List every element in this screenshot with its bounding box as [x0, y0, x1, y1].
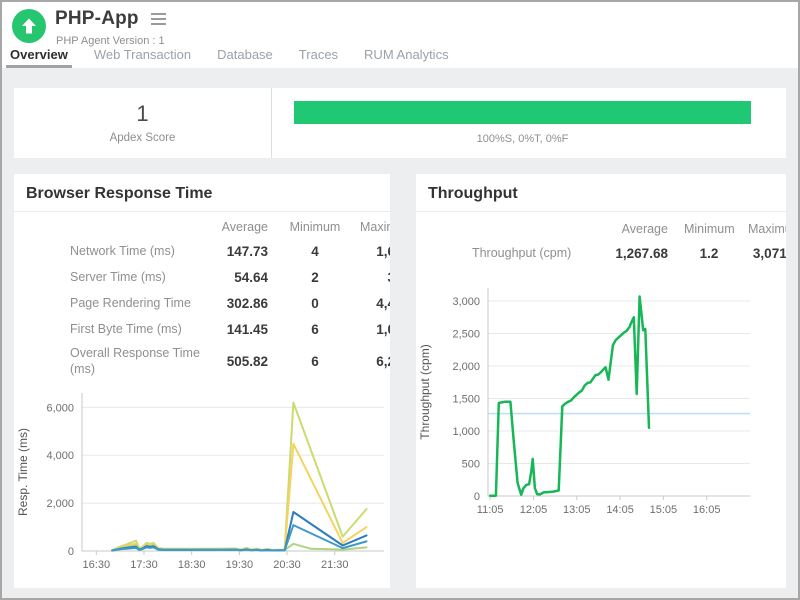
svg-text:17:30: 17:30: [130, 559, 158, 571]
tab-web-transaction[interactable]: Web Transaction: [92, 43, 193, 68]
svg-text:2,000: 2,000: [46, 498, 74, 510]
svg-text:4,000: 4,000: [46, 450, 74, 462]
table-row: Throughput (cpm) 1,267.68 1.2 3,071.6: [472, 240, 786, 266]
svg-text:18:30: 18:30: [178, 559, 206, 571]
svg-text:1,000: 1,000: [452, 426, 480, 438]
svg-text:6,000: 6,000: [46, 402, 74, 414]
panel-title: Browser Response Time: [14, 174, 390, 212]
table-row: Server Time (ms) 54.64 2 329: [70, 264, 390, 290]
tab-bar: Overview Web Transaction Database Traces…: [8, 43, 451, 68]
app-window: PHP-App PHP Agent Version : 1 Overview W…: [0, 0, 800, 600]
throughput-chart[interactable]: 0 500 1,000 1,500 2,000 2,500 3,000 11:05 12:05 1…: [416, 276, 786, 530]
tab-traces[interactable]: Traces: [297, 43, 340, 68]
svg-text:19:30: 19:30: [226, 559, 254, 571]
svg-text:500: 500: [462, 459, 480, 471]
svg-text:Resp. Time (ms): Resp. Time (ms): [16, 427, 30, 515]
column-header-average: Average: [602, 222, 684, 236]
apdex-score-label: Apdex Score: [110, 132, 176, 144]
svg-text:0: 0: [474, 491, 480, 503]
svg-text:2,500: 2,500: [452, 329, 480, 341]
tab-overview[interactable]: Overview: [8, 43, 70, 68]
svg-text:12:05: 12:05: [520, 504, 548, 516]
column-header-minimum: Minimum: [684, 222, 734, 236]
column-header-maximum: Maximum: [734, 222, 786, 236]
column-header-minimum: Minimum: [284, 220, 346, 234]
svg-text:14:05: 14:05: [606, 504, 634, 516]
svg-text:0: 0: [68, 546, 74, 558]
table-row: Overall Response Time (ms) 505.82 6 6,20…: [70, 342, 390, 381]
apdex-bar[interactable]: [294, 101, 751, 124]
svg-text:20:30: 20:30: [273, 559, 301, 571]
throughput-panel: Throughput Average Minimum Maximum Throu…: [416, 174, 786, 588]
header: PHP-App PHP Agent Version : 1 Overview W…: [2, 2, 798, 68]
browser-response-table: Average Minimum Maximum Network Time (ms…: [70, 216, 390, 381]
table-row: First Byte Time (ms) 141.45 6 1,074: [70, 316, 390, 342]
response-time-chart[interactable]: 0 2,000 4,000 6,000 16:30 17:30 18:30 19:30 20:3…: [14, 385, 390, 581]
apdex-card: 1 Apdex Score 100%S, 0%T, 0%F: [14, 88, 786, 158]
throughput-table: Average Minimum Maximum Throughput (cpm)…: [472, 218, 786, 266]
svg-text:2,000: 2,000: [452, 361, 480, 373]
table-row: Page Rendering Time 302.86 0 4,497: [70, 290, 390, 316]
column-header-average: Average: [218, 220, 284, 234]
svg-text:1,500: 1,500: [452, 394, 480, 406]
svg-text:16:30: 16:30: [83, 559, 111, 571]
svg-text:15:05: 15:05: [650, 504, 678, 516]
tab-rum-analytics[interactable]: RUM Analytics: [362, 43, 451, 68]
page-title: PHP-App: [55, 8, 139, 30]
svg-text:21:30: 21:30: [321, 559, 349, 571]
app-logo-arrow-up-icon: [12, 9, 46, 43]
svg-text:16:05: 16:05: [693, 504, 721, 516]
table-row: Network Time (ms) 147.73 4 1,612: [70, 238, 390, 264]
svg-text:Throughput (cpm): Throughput (cpm): [418, 344, 432, 439]
hamburger-menu-icon[interactable]: [149, 11, 168, 27]
apdex-score-value: 1: [136, 102, 148, 126]
svg-text:3,000: 3,000: [452, 296, 480, 308]
svg-text:11:05: 11:05: [477, 504, 504, 516]
svg-text:13:05: 13:05: [563, 504, 591, 516]
browser-response-time-panel: Browser Response Time Average Minimum Ma…: [14, 174, 390, 588]
apdex-bar-caption: 100%S, 0%T, 0%F: [294, 133, 751, 145]
column-header-maximum: Maximum: [346, 220, 390, 234]
panel-title: Throughput: [416, 174, 786, 212]
tab-database[interactable]: Database: [215, 43, 275, 68]
